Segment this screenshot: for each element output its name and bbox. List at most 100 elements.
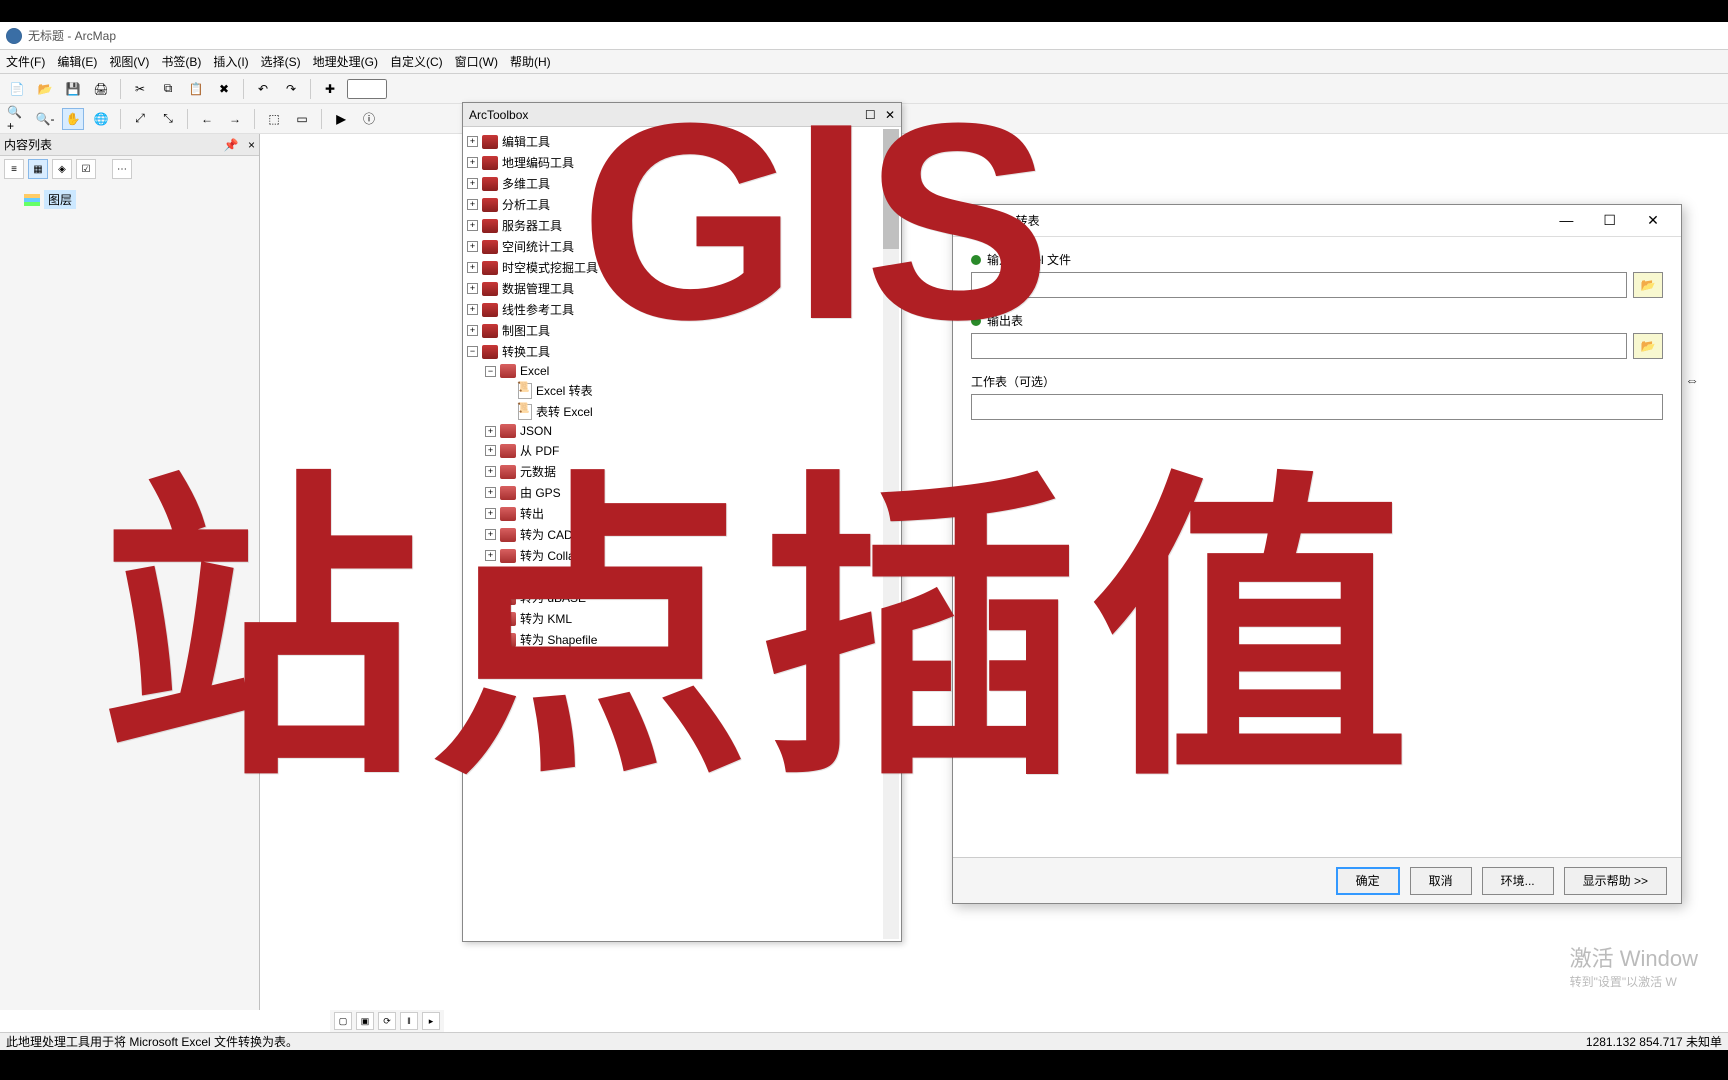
scale-input[interactable] (347, 79, 387, 99)
fixed-zoom-in-icon[interactable]: ⤢ (129, 108, 151, 130)
fixed-zoom-out-icon[interactable]: ⤡ (157, 108, 179, 130)
expander-icon[interactable]: + (485, 529, 496, 540)
toolbox-item[interactable]: +分析工具 (467, 194, 897, 215)
toc-pin-icon[interactable]: 📌 (224, 138, 239, 152)
menu-insert[interactable]: 插入(I) (213, 53, 248, 70)
expander-icon[interactable]: + (467, 178, 478, 189)
toolbox-item[interactable]: −Excel (467, 362, 897, 380)
toolbox-item[interactable]: +转为 CAD (467, 524, 897, 545)
expander-icon[interactable]: − (467, 346, 478, 357)
expander-icon[interactable]: + (467, 325, 478, 336)
toolbox-item[interactable]: 表转 Excel (467, 401, 897, 422)
arctoolbox-tree[interactable]: +编辑工具+地理编码工具+多维工具+分析工具+服务器工具+空间统计工具+时空模式… (463, 127, 901, 941)
menu-bookmarks[interactable]: 书签(B) (161, 53, 201, 70)
pan-icon[interactable]: ✋ (62, 108, 84, 130)
expander-icon[interactable]: + (485, 550, 496, 561)
menu-help[interactable]: 帮助(H) (510, 53, 551, 70)
expander-icon[interactable]: + (467, 304, 478, 315)
toolbox-item[interactable]: −转换工具 (467, 341, 897, 362)
show-help-button[interactable]: 显示帮助 >> (1564, 867, 1667, 895)
select-elements-icon[interactable]: ▶ (330, 108, 352, 130)
toolbox-item[interactable]: +转为 Collada (467, 545, 897, 566)
menu-selection[interactable]: 选择(S) (261, 53, 301, 70)
options-icon[interactable]: ⋯ (112, 159, 132, 179)
expander-icon[interactable]: + (485, 508, 496, 519)
select-features-icon[interactable]: ⬚ (263, 108, 285, 130)
scrollbar-track[interactable] (883, 129, 899, 939)
toolbox-item[interactable]: +线性参考工具 (467, 299, 897, 320)
toolbox-item[interactable]: +转出 (467, 503, 897, 524)
list-by-drawing-order-icon[interactable]: ≡ (4, 159, 24, 179)
paste-icon[interactable]: 📋 (185, 78, 207, 100)
menu-edit[interactable]: 编辑(E) (57, 53, 97, 70)
cancel-button[interactable]: 取消 (1410, 867, 1472, 895)
identify-icon[interactable]: ⓘ (358, 108, 380, 130)
toolbox-item[interactable]: +转为 dBASE (467, 587, 897, 608)
toolbox-item[interactable]: +服务器工具 (467, 215, 897, 236)
toolbox-item[interactable]: +JSON (467, 422, 897, 440)
toolbox-item[interactable]: +空间统计工具 (467, 236, 897, 257)
data-view-icon[interactable]: ▢ (334, 1012, 352, 1030)
toolbox-item[interactable]: +地理编码工具 (467, 152, 897, 173)
expander-icon[interactable]: + (467, 262, 478, 273)
toolbox-item[interactable]: +由 GPS (467, 482, 897, 503)
dialog-titlebar[interactable]: 📜 Excel 转表 — ☐ ✕ (953, 205, 1681, 237)
toolbox-item[interactable]: +转为 Shapefile (467, 629, 897, 650)
expander-icon[interactable]: + (467, 157, 478, 168)
dialog-minimize-icon[interactable]: — (1546, 212, 1586, 228)
forward-icon[interactable]: → (224, 108, 246, 130)
toolbox-item[interactable]: +多维工具 (467, 173, 897, 194)
expander-icon[interactable]: + (485, 487, 496, 498)
expander-icon[interactable]: + (467, 241, 478, 252)
refresh-icon[interactable]: ⟳ (378, 1012, 396, 1030)
expander-icon[interactable]: + (485, 613, 496, 624)
layout-view-icon[interactable]: ▣ (356, 1012, 374, 1030)
dialog-close-icon[interactable]: ✕ (1633, 212, 1673, 229)
expander-icon[interactable]: + (485, 466, 496, 477)
dialog-maximize-icon[interactable]: ☐ (1590, 212, 1630, 229)
zoom-in-icon[interactable]: 🔍+ (6, 108, 28, 130)
cut-icon[interactable]: ✂ (129, 78, 151, 100)
toolbox-item[interactable]: +制图工具 (467, 320, 897, 341)
expander-icon[interactable]: + (467, 283, 478, 294)
browse-input-button[interactable]: 📂 (1633, 272, 1663, 298)
input-excel-field[interactable] (971, 272, 1627, 298)
copy-icon[interactable]: ⧉ (157, 78, 179, 100)
ok-button[interactable]: 确定 (1336, 867, 1400, 895)
menu-customize[interactable]: 自定义(C) (390, 53, 443, 70)
toolbox-item[interactable]: +元数据 (467, 461, 897, 482)
expander-icon[interactable]: + (485, 445, 496, 456)
full-extent-icon[interactable]: 🌐 (90, 108, 112, 130)
expander-icon[interactable]: + (485, 571, 496, 582)
arctoolbox-maximize-icon[interactable]: ☐ (865, 108, 876, 122)
new-icon[interactable]: 📄 (6, 78, 28, 100)
menu-geoprocessing[interactable]: 地理处理(G) (313, 53, 378, 70)
back-icon[interactable]: ← (196, 108, 218, 130)
toolbox-item[interactable]: +转为栅格 (467, 650, 897, 671)
add-data-icon[interactable]: ✚ (319, 78, 341, 100)
delete-icon[interactable]: ✖ (213, 78, 235, 100)
open-icon[interactable]: 📂 (34, 78, 56, 100)
expander-icon[interactable]: + (467, 220, 478, 231)
pause-icon[interactable]: ‖ (400, 1012, 418, 1030)
undo-icon[interactable]: ↶ (252, 78, 274, 100)
list-by-selection-icon[interactable]: ☑ (76, 159, 96, 179)
browse-output-button[interactable]: 📂 (1633, 333, 1663, 359)
toolbox-item[interactable]: +转为 KML (467, 608, 897, 629)
expander-icon[interactable]: + (485, 426, 496, 437)
arctoolbox-close-icon[interactable]: ✕ (885, 108, 895, 122)
toolbox-item[interactable]: +数据管理工具 (467, 278, 897, 299)
toolbox-item[interactable]: +转为 Coverage (467, 566, 897, 587)
menu-file[interactable]: 文件(F) (6, 53, 45, 70)
toolbox-item[interactable]: Excel 转表 (467, 380, 897, 401)
sheet-field[interactable] (971, 394, 1663, 420)
clear-selection-icon[interactable]: ▭ (291, 108, 313, 130)
list-by-visibility-icon[interactable]: ◈ (52, 159, 72, 179)
step-icon[interactable]: ▸ (422, 1012, 440, 1030)
list-by-source-icon[interactable]: ▦ (28, 159, 48, 179)
toolbox-item[interactable]: +编辑工具 (467, 131, 897, 152)
save-icon[interactable]: 💾 (62, 78, 84, 100)
expander-icon[interactable]: + (485, 634, 496, 645)
expander-icon[interactable]: + (467, 136, 478, 147)
layers-node[interactable]: 图层 (6, 188, 253, 211)
